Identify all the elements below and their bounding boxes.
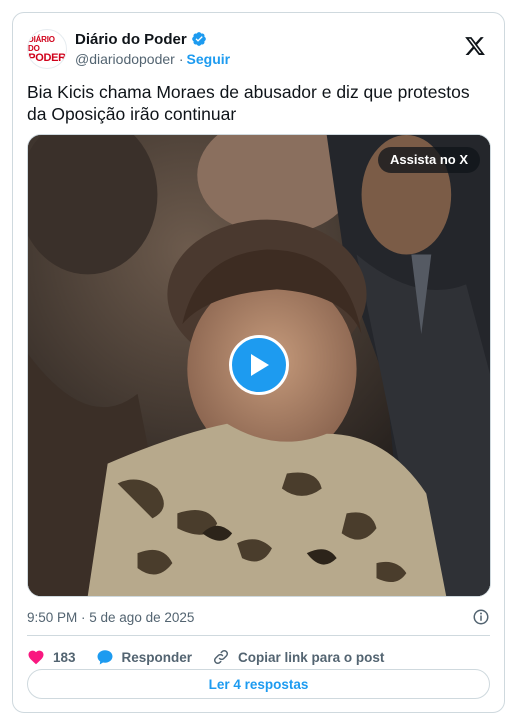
copy-link-label: Copiar link para o post <box>238 649 385 665</box>
reply-button[interactable]: Responder <box>96 648 193 666</box>
tweet-text: Bia Kicis chama Moraes de abusador e diz… <box>27 82 470 124</box>
info-icon[interactable] <box>472 608 490 626</box>
copy-link-button[interactable]: Copiar link para o post <box>212 648 384 666</box>
timestamp-row: 9:50 PM · 5 de ago de 2025 <box>27 607 490 627</box>
play-button[interactable] <box>229 335 289 395</box>
avatar-logo-line1: DIÁRIO DO <box>28 34 55 53</box>
x-logo-icon[interactable] <box>464 35 486 57</box>
link-icon <box>214 649 229 665</box>
embedded-tweet-card: DIÁRIO DO PODER Diário do Poder @diariod… <box>12 12 505 713</box>
like-button[interactable]: 183 <box>27 648 76 666</box>
tweet-header: DIÁRIO DO PODER Diário do Poder @diariod… <box>27 27 490 71</box>
handle[interactable]: @diariodopoder <box>75 51 175 67</box>
heart-icon <box>28 650 44 665</box>
play-icon <box>251 354 269 376</box>
avatar[interactable]: DIÁRIO DO PODER <box>27 29 67 69</box>
avatar-logo-line2: PODER <box>28 51 66 64</box>
video-thumbnail[interactable]: Assista no X <box>27 134 491 597</box>
reply-label: Responder <box>121 649 193 665</box>
watch-on-x-button[interactable]: Assista no X <box>377 147 480 173</box>
display-name[interactable]: Diário do Poder <box>75 31 187 48</box>
author-info: Diário do Poder @diariodopoder · Seguir <box>75 29 230 69</box>
separator: · <box>178 51 184 67</box>
reply-bubble-icon <box>97 650 113 665</box>
verified-badge-icon <box>191 32 206 46</box>
divider <box>27 635 490 636</box>
follow-button[interactable]: Seguir <box>187 51 231 67</box>
tweet-timestamp[interactable]: 9:50 PM · 5 de ago de 2025 <box>27 610 194 625</box>
read-replies-button[interactable]: Ler 4 respostas <box>27 669 490 699</box>
like-count: 183 <box>53 649 76 665</box>
